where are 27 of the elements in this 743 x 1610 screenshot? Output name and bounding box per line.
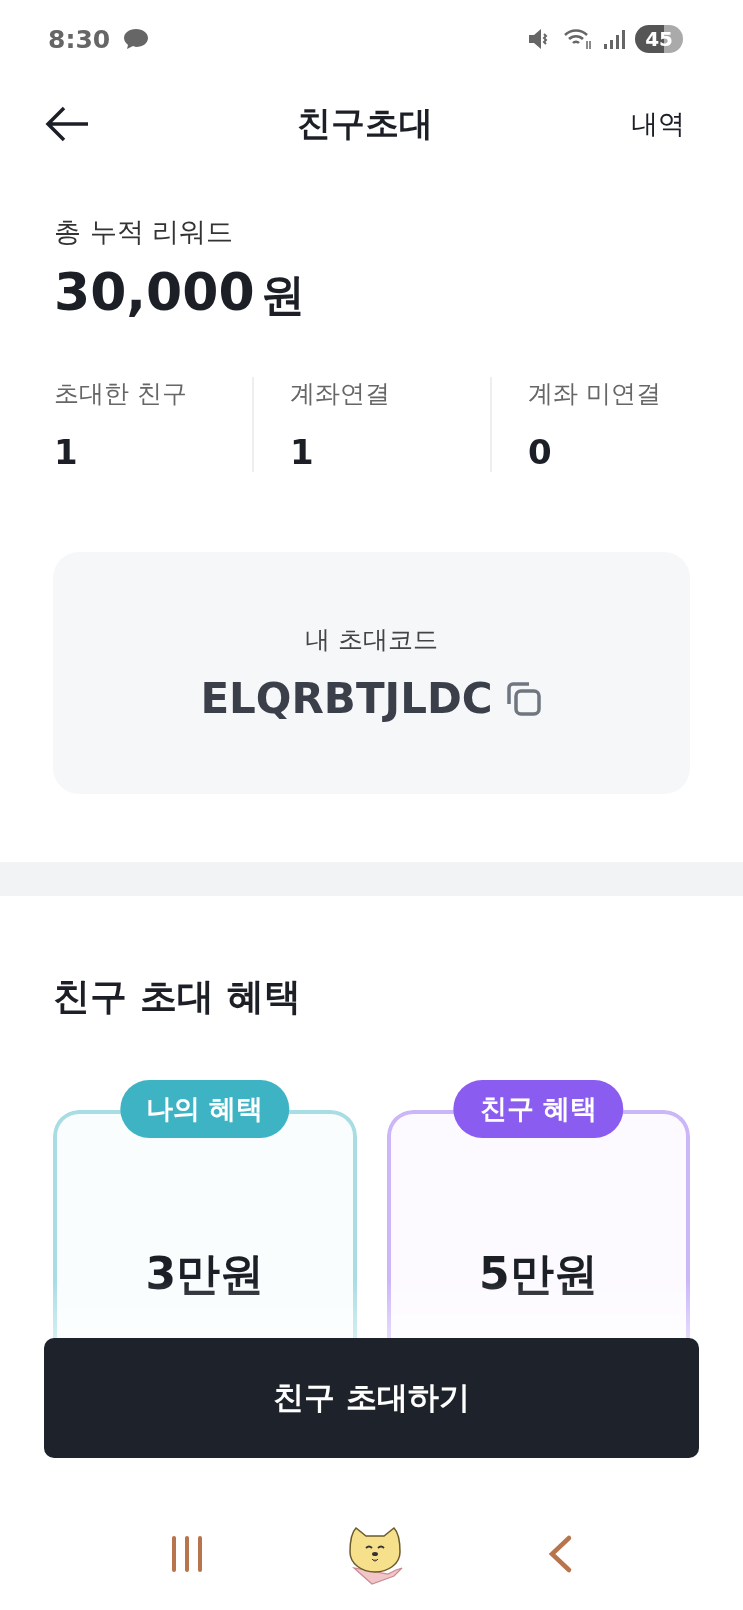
currency-unit: 원 xyxy=(260,268,305,322)
battery-indicator: 45 xyxy=(635,25,683,53)
benefit-badge: 친구 혜택 xyxy=(453,1080,623,1138)
signal-icon xyxy=(603,28,626,50)
reward-label: 총 누적 리워드 xyxy=(54,215,235,249)
chat-bubble-icon xyxy=(122,27,151,51)
stat-value: 1 xyxy=(54,432,79,472)
stat-value: 0 xyxy=(528,432,553,472)
stat-label: 계좌 미연결 xyxy=(528,378,662,410)
stat-value: 1 xyxy=(290,432,315,472)
recent-apps-icon[interactable] xyxy=(170,1536,205,1572)
stat-label: 계좌연결 xyxy=(290,378,391,410)
invite-friends-button[interactable]: 친구 초대하기 xyxy=(44,1338,699,1458)
history-link[interactable]: 내역 xyxy=(625,100,691,148)
invite-code-label: 내 초대코드 xyxy=(305,624,438,656)
benefit-amount: 5만원 xyxy=(478,1246,598,1301)
page-title: 친구초대 xyxy=(296,102,433,145)
status-time: 8:30 xyxy=(48,24,111,54)
stat-label: 초대한 친구 xyxy=(54,378,188,410)
back-icon[interactable] xyxy=(546,1534,573,1574)
reward-amount: 30,000 xyxy=(54,262,255,322)
benefit-amount: 3만원 xyxy=(145,1246,265,1301)
copy-icon[interactable] xyxy=(504,679,543,718)
invite-code: ELQRBTJLDC xyxy=(200,674,493,723)
benefit-badge: 나의 혜택 xyxy=(120,1080,290,1138)
section-title: 친구 초대 혜택 xyxy=(53,974,302,1020)
wifi-icon xyxy=(563,27,594,51)
